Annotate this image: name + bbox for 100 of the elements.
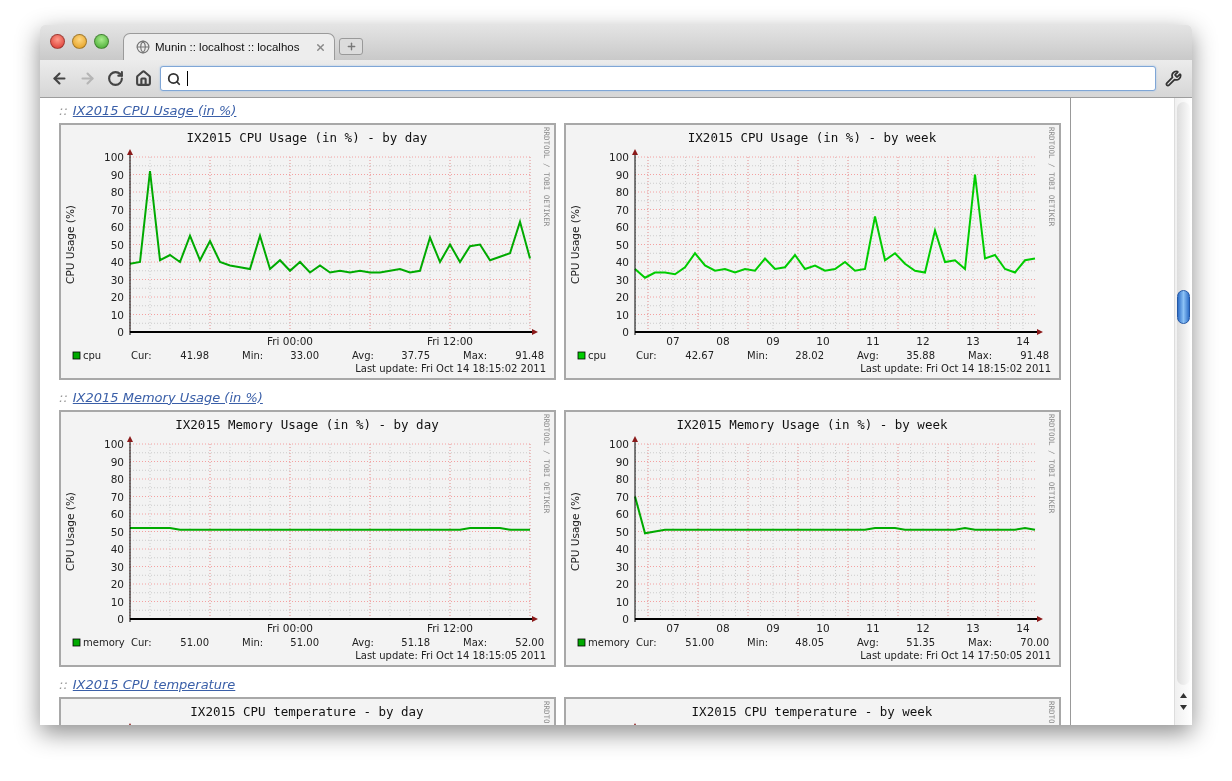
stat-label: Max: xyxy=(968,350,993,361)
stat-value: 51.00 xyxy=(685,637,714,648)
section-prefix: :: xyxy=(59,389,68,405)
stat-label: Cur: xyxy=(636,350,657,361)
graph-title: IX2015 CPU Usage (in %) - by week xyxy=(687,130,937,145)
y-tick-label: 0 xyxy=(622,326,629,338)
browser-tab[interactable]: Munin :: localhost :: localhos xyxy=(123,33,335,60)
x-tick-label: 07 xyxy=(666,335,680,347)
stat-value: 70.00 xyxy=(1020,637,1049,648)
y-tick-label: 80 xyxy=(615,473,629,485)
y-tick-label: 100 xyxy=(103,151,124,163)
y-tick-label: 60 xyxy=(110,221,124,233)
last-update-text: Last update: Fri Oct 14 18:15:02 2011 xyxy=(355,363,546,374)
back-arrow-icon[interactable] xyxy=(50,70,68,87)
y-axis-title: CPU Usage (%) xyxy=(569,205,581,284)
x-tick-label: 12 xyxy=(916,622,930,634)
y-tick-label: 30 xyxy=(110,560,124,573)
stat-value: 33.00 xyxy=(290,350,319,361)
last-update-text: Last update: Fri Oct 14 18:15:05 2011 xyxy=(355,650,546,661)
y-tick-label: 60 xyxy=(615,508,629,520)
x-tick-label: 09 xyxy=(766,622,780,634)
x-tick-label: Fri 00:00 xyxy=(266,622,314,634)
stat-label: Min: xyxy=(747,637,769,648)
stat-value: 35.88 xyxy=(906,350,935,361)
x-tick-label: 11 xyxy=(866,335,880,347)
y-tick-label: 90 xyxy=(110,455,124,468)
section-heading-link[interactable]: IX2015 CPU temperature xyxy=(72,676,236,692)
y-tick-label: 40 xyxy=(110,256,124,268)
home-icon[interactable] xyxy=(134,70,152,87)
x-tick-label: 09 xyxy=(766,335,780,347)
x-tick-label: Fri 12:00 xyxy=(426,335,474,347)
stat-value: 51.18 xyxy=(401,637,430,648)
y-tick-label: 40 xyxy=(110,543,124,555)
stat-value: 42.67 xyxy=(685,350,714,361)
y-tick-label: 80 xyxy=(110,186,124,198)
address-bar[interactable] xyxy=(160,66,1156,91)
y-tick-label: 20 xyxy=(615,578,629,590)
zoom-window-button[interactable] xyxy=(94,34,109,49)
last-update-text: Last update: Fri Oct 14 17:50:05 2011 xyxy=(860,650,1051,661)
wrench-icon[interactable] xyxy=(1164,70,1182,87)
y-tick-label: 0 xyxy=(117,326,124,338)
y-axis-arrow-icon xyxy=(127,723,133,725)
y-tick-label: 50 xyxy=(615,525,629,538)
stat-value: 91.48 xyxy=(515,350,544,361)
y-tick-label: 30 xyxy=(615,273,629,286)
y-tick-label: 40 xyxy=(615,543,629,555)
x-tick-label: Fri 12:00 xyxy=(426,622,474,634)
y-tick-label: 50 xyxy=(615,238,629,251)
y-tick-label: 60 xyxy=(110,508,124,520)
y-tick-label: 80 xyxy=(615,186,629,198)
new-tab-button[interactable] xyxy=(339,38,363,55)
section-heading-link[interactable]: IX2015 Memory Usage (in %) xyxy=(72,389,263,405)
stat-value: 51.00 xyxy=(290,637,319,648)
y-tick-label: 10 xyxy=(615,308,629,321)
section-prefix: :: xyxy=(59,676,68,692)
stat-value: 37.75 xyxy=(401,350,430,361)
x-tick-label: 07 xyxy=(666,622,680,634)
scrollbar[interactable] xyxy=(1174,98,1192,725)
y-tick-label: 20 xyxy=(110,291,124,303)
y-axis-title: CPU Usage (%) xyxy=(64,205,76,284)
y-tick-label: 20 xyxy=(615,291,629,303)
minimize-window-button[interactable] xyxy=(72,34,87,49)
y-axis-arrow-icon xyxy=(632,723,638,725)
y-tick-label: 100 xyxy=(608,151,629,163)
y-tick-label: 70 xyxy=(615,490,629,503)
y-axis-title: CPU Usage (%) xyxy=(64,492,76,571)
y-tick-label: 80 xyxy=(110,473,124,485)
y-tick-label: 90 xyxy=(110,168,124,181)
close-tab-icon[interactable] xyxy=(315,41,326,53)
last-update-text: Last update: Fri Oct 14 18:15:02 2011 xyxy=(860,363,1051,374)
graph-title: IX2015 Memory Usage (in %) - by week xyxy=(676,417,948,432)
stat-label: Avg: xyxy=(857,350,879,361)
stat-label: Max: xyxy=(968,637,993,648)
y-tick-label: 90 xyxy=(615,455,629,468)
y-tick-label: 50 xyxy=(110,238,124,251)
stat-label: Avg: xyxy=(352,637,374,648)
stat-label: Min: xyxy=(747,350,769,361)
y-tick-label: 70 xyxy=(615,203,629,216)
x-tick-label: 14 xyxy=(1016,622,1030,634)
y-axis-title: CPU Usage (%) xyxy=(569,492,581,571)
reload-icon[interactable] xyxy=(106,70,124,87)
globe-icon xyxy=(136,40,150,54)
x-tick-label: 13 xyxy=(966,335,980,347)
graph-title: IX2015 Memory Usage (in %) - by day xyxy=(175,417,439,432)
close-window-button[interactable] xyxy=(50,34,65,49)
scrollbar-thumb[interactable] xyxy=(1177,290,1190,324)
x-tick-label: Fri 00:00 xyxy=(266,335,314,347)
x-tick-label: 08 xyxy=(716,622,730,634)
stat-label: Max: xyxy=(463,637,488,648)
x-tick-label: 13 xyxy=(966,622,980,634)
stat-value: 51.35 xyxy=(906,637,935,648)
section-heading-link[interactable]: IX2015 CPU Usage (in %) xyxy=(72,102,237,118)
x-tick-label: 10 xyxy=(816,622,830,634)
y-tick-label: 10 xyxy=(110,308,124,321)
stat-value: 28.02 xyxy=(795,350,824,361)
stat-label: Cur: xyxy=(636,637,657,648)
legend-label: cpu xyxy=(588,350,607,361)
stat-label: Avg: xyxy=(857,637,879,648)
stat-label: Cur: xyxy=(131,637,152,648)
x-tick-label: 11 xyxy=(866,622,880,634)
